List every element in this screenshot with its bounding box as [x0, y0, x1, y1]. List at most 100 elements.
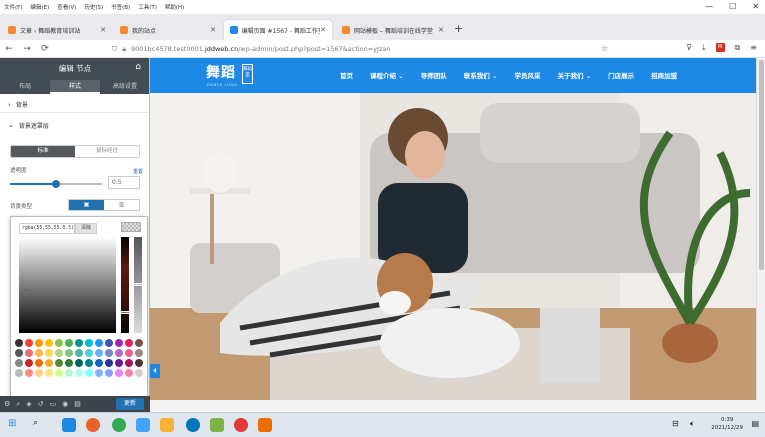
- color-swatch[interactable]: [35, 359, 43, 367]
- color-swatch[interactable]: [95, 369, 103, 377]
- color-value-input[interactable]: rgba(55,55,55,0.5): [19, 223, 75, 234]
- system-clock[interactable]: 0:39 2021/12/29: [711, 416, 743, 432]
- clear-color-button[interactable]: 清除: [75, 223, 97, 234]
- color-swatch[interactable]: [75, 369, 83, 377]
- color-swatch[interactable]: [15, 349, 23, 357]
- browser-tab-active[interactable]: 编辑页面 #1567 - 舞蹈工作室 ✕: [224, 20, 332, 40]
- menu-file[interactable]: 文件(F): [4, 3, 22, 11]
- bg-type-classic-button[interactable]: ▣: [69, 200, 104, 210]
- hue-slider-handle[interactable]: [120, 311, 130, 314]
- search-icon[interactable]: ⌕: [33, 418, 38, 428]
- color-swatch[interactable]: [95, 349, 103, 357]
- browser-tab[interactable]: 文章 ‹ 舞蹈教育培训站 ✕: [2, 20, 112, 40]
- color-swatch[interactable]: [55, 339, 63, 347]
- color-swatch[interactable]: [105, 359, 113, 367]
- color-swatch[interactable]: [25, 369, 33, 377]
- color-swatch[interactable]: [15, 359, 23, 367]
- color-swatch[interactable]: [75, 359, 83, 367]
- color-swatch[interactable]: [25, 359, 33, 367]
- app-icon[interactable]: [62, 418, 76, 432]
- color-swatch[interactable]: [45, 349, 53, 357]
- color-swatch[interactable]: [45, 359, 53, 367]
- color-swatch[interactable]: [15, 369, 23, 377]
- preview-eye-icon[interactable]: ◉: [62, 400, 68, 408]
- color-swatch[interactable]: [65, 339, 73, 347]
- nav-item-courses[interactable]: 课程介绍 ⌄: [370, 70, 404, 80]
- app-icon[interactable]: [210, 418, 224, 432]
- color-swatch[interactable]: [115, 339, 123, 347]
- maximize-button[interactable]: ☐: [729, 2, 736, 11]
- hue-slider[interactable]: [120, 237, 130, 333]
- color-swatch[interactable]: [15, 339, 23, 347]
- color-swatch[interactable]: [135, 369, 143, 377]
- color-swatch[interactable]: [125, 339, 133, 347]
- settings-icon[interactable]: ⚙: [4, 400, 10, 408]
- site-logo[interactable]: 舞蹈: [206, 62, 236, 82]
- color-swatch[interactable]: [55, 369, 63, 377]
- section-background[interactable]: › 背景: [0, 97, 149, 113]
- download-icon[interactable]: ⤓: [702, 43, 706, 53]
- color-swatch[interactable]: [95, 359, 103, 367]
- color-swatch[interactable]: [125, 349, 133, 357]
- save-draft-icon[interactable]: ▤: [74, 400, 81, 408]
- tab-close-icon[interactable]: ✕: [100, 26, 106, 34]
- color-swatch[interactable]: [65, 369, 73, 377]
- reload-button[interactable]: ⟳: [36, 44, 54, 54]
- update-button[interactable]: 更新: [116, 398, 144, 410]
- grid-menu-icon[interactable]: ⌂: [135, 62, 141, 72]
- scrollbar-thumb[interactable]: [759, 60, 764, 270]
- edge-icon[interactable]: [186, 418, 200, 432]
- nav-item-teachers[interactable]: 导师团队: [421, 70, 447, 80]
- color-swatch[interactable]: [135, 349, 143, 357]
- new-tab-button[interactable]: +: [454, 22, 463, 35]
- color-swatch[interactable]: [105, 349, 113, 357]
- section-background-overlay[interactable]: ⌄ 背景遮罩层: [0, 117, 149, 133]
- menu-bookmarks[interactable]: 书签(B): [111, 3, 130, 11]
- color-swatch[interactable]: [35, 339, 43, 347]
- navigator-icon[interactable]: ⌕: [16, 400, 20, 409]
- color-swatch[interactable]: [125, 359, 133, 367]
- nav-item-home[interactable]: 首页: [340, 70, 353, 80]
- reset-link[interactable]: 重置: [133, 168, 143, 175]
- app-icon[interactable]: [136, 418, 150, 432]
- back-button[interactable]: ←: [0, 44, 18, 54]
- color-swatch[interactable]: [115, 349, 123, 357]
- firefox-icon[interactable]: [86, 418, 100, 432]
- color-swatch[interactable]: [85, 359, 93, 367]
- nav-item-franchise[interactable]: 招商加盟: [651, 70, 677, 80]
- tab-advanced[interactable]: 高级设置: [100, 80, 150, 94]
- extension-icon[interactable]: ⧉: [735, 43, 741, 53]
- color-swatch[interactable]: [85, 339, 93, 347]
- pdf-extension-icon[interactable]: M: [715, 43, 725, 52]
- color-swatch[interactable]: [125, 369, 133, 377]
- color-swatch[interactable]: [35, 369, 43, 377]
- notification-area-icon[interactable]: ⊟: [672, 419, 679, 428]
- address-bar[interactable]: ⛉ 🔒︎ 9001bc4578.test0001.jddweb.cn/wp-ad…: [112, 42, 632, 56]
- browser-icon[interactable]: [112, 418, 126, 432]
- menu-edit[interactable]: 编辑(E): [30, 3, 49, 11]
- chrome-icon[interactable]: [234, 418, 248, 432]
- volume-icon[interactable]: 🔈︎: [690, 419, 695, 429]
- tab-layout[interactable]: 布局: [0, 80, 50, 94]
- saturation-value-area[interactable]: [19, 237, 116, 333]
- opacity-slider-handle[interactable]: [52, 180, 60, 188]
- pocket-icon[interactable]: ⊽: [686, 43, 692, 53]
- color-swatch[interactable]: [75, 339, 83, 347]
- color-cursor[interactable]: [23, 289, 30, 296]
- tab-close-icon[interactable]: ✕: [438, 26, 444, 34]
- history-icon[interactable]: ↺: [38, 400, 44, 408]
- bg-type-gradient-button[interactable]: ▥: [104, 200, 139, 210]
- alpha-slider[interactable]: [133, 237, 143, 333]
- minimize-button[interactable]: —: [705, 2, 713, 11]
- color-swatch[interactable]: [75, 349, 83, 357]
- folder-icon[interactable]: [160, 418, 174, 432]
- responsive-mode-icon[interactable]: ▭: [49, 400, 56, 408]
- tab-style[interactable]: 样式: [50, 80, 100, 94]
- color-swatch[interactable]: [45, 339, 53, 347]
- opacity-input[interactable]: 0.5: [108, 176, 140, 189]
- forward-button[interactable]: →: [18, 44, 36, 54]
- color-swatch[interactable]: [135, 359, 143, 367]
- color-swatch[interactable]: [115, 359, 123, 367]
- color-swatch[interactable]: [25, 349, 33, 357]
- app-menu-icon[interactable]: ≡: [750, 43, 757, 53]
